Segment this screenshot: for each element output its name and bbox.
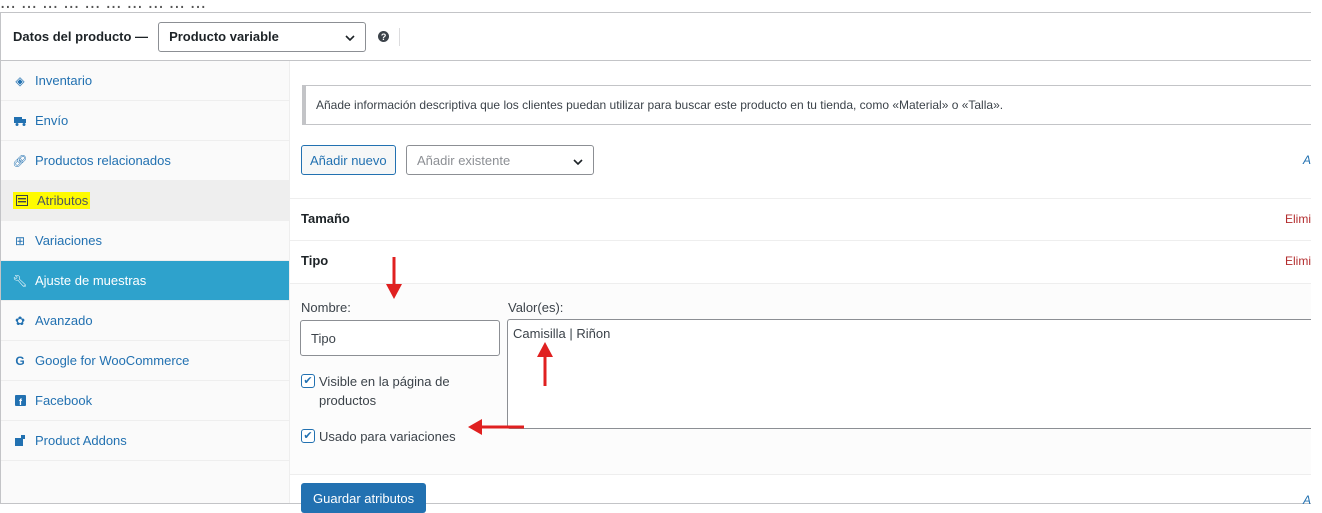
tag-icon: ◈ xyxy=(15,73,25,88)
truck-icon xyxy=(13,116,27,126)
tab-atributos[interactable]: Atributos xyxy=(1,181,289,221)
chevron-down-icon xyxy=(573,153,583,168)
tab-product-addons[interactable]: Product Addons xyxy=(1,421,289,461)
attribute-edit-form: Nombre: Tipo Valor(es): Camisilla | Riño… xyxy=(290,283,1311,475)
add-new-attribute-button[interactable]: Añadir nuevo xyxy=(301,145,396,175)
product-data-panel: Datos del producto — Producto variable ?… xyxy=(0,12,1311,513)
visible-label-line1: Visible en la página de xyxy=(319,374,450,389)
footer-expand-link[interactable]: A xyxy=(1303,493,1311,507)
tab-label: Product Addons xyxy=(35,433,127,448)
product-type-select[interactable]: Producto variable xyxy=(158,21,367,52)
add-existing-placeholder: Añadir existente xyxy=(417,152,511,168)
tab-label: Envío xyxy=(35,113,69,128)
attribute-row-tipo[interactable]: Tipo Elimi xyxy=(290,240,1311,280)
attribute-name-value: Tipo xyxy=(311,330,336,346)
tab-variaciones[interactable]: ⊞ Variaciones xyxy=(1,221,289,261)
tab-avanzado[interactable]: ✿ Avanzado xyxy=(1,301,289,341)
values-label: Valor(es): xyxy=(508,300,564,315)
attribute-name: Tamaño xyxy=(301,211,350,226)
visible-on-product-page-option[interactable]: ✔ Visible en la página de productos xyxy=(301,372,450,410)
expand-all-link[interactable]: A xyxy=(1303,153,1311,167)
remove-attribute-link[interactable]: Elimi xyxy=(1285,254,1311,268)
list-icon xyxy=(15,195,29,206)
product-type-value: Producto variable xyxy=(169,29,279,44)
attributes-panel: Añade información descriptiva que los cl… xyxy=(290,61,1311,513)
gear-icon: ✿ xyxy=(14,313,26,328)
help-icon[interactable]: ? xyxy=(378,31,390,42)
tab-label: Atributos xyxy=(37,193,89,208)
google-icon: G xyxy=(15,353,25,368)
attribute-row-tamano[interactable]: Tamaño Elimi xyxy=(290,198,1311,238)
panel-header: Datos del producto — Producto variable ? xyxy=(1,13,1311,61)
tab-label: Variaciones xyxy=(35,233,102,248)
header-divider xyxy=(399,27,401,46)
add-existing-select[interactable]: Añadir existente xyxy=(406,145,594,175)
grid-icon: ⊞ xyxy=(14,233,26,248)
attribute-values-value: Camisilla | Riñon xyxy=(513,326,611,341)
save-attributes-button[interactable]: Guardar atributos xyxy=(301,483,427,513)
name-label: Nombre: xyxy=(301,300,351,315)
tab-facebook[interactable]: f Facebook xyxy=(1,381,289,421)
tab-envio[interactable]: Envío xyxy=(1,101,289,141)
tab-productos-relacionados[interactable]: 🔗︎ Productos relacionados xyxy=(1,141,289,181)
used-for-variations-option[interactable]: ✔ Usado para variaciones xyxy=(301,427,456,446)
addon-icon xyxy=(13,434,27,447)
panel-title: Datos del producto — xyxy=(13,29,149,44)
wrench-icon: 🔧︎ xyxy=(12,273,28,288)
attribute-values-textarea[interactable]: Camisilla | Riñon xyxy=(507,319,1311,429)
link-icon: 🔗︎ xyxy=(12,153,28,168)
visible-label-line2: productos xyxy=(319,393,377,408)
tab-label: Avanzado xyxy=(35,313,93,328)
tab-google[interactable]: G Google for WooCommerce xyxy=(1,341,289,381)
tab-label: Facebook xyxy=(35,393,93,408)
facebook-icon: f xyxy=(13,395,27,406)
attribute-name-input[interactable]: Tipo xyxy=(300,320,500,356)
tab-label: Inventario xyxy=(35,73,93,88)
tab-label: Productos relacionados xyxy=(35,153,171,168)
attributes-notice: Añade información descriptiva que los cl… xyxy=(302,85,1311,125)
tab-label: Ajuste de muestras xyxy=(35,273,147,288)
product-data-tabs: ◈ Inventario Envío 🔗︎ Productos relacion… xyxy=(1,61,290,503)
remove-attribute-link[interactable]: Elimi xyxy=(1285,212,1311,226)
tab-ajuste-de-muestras[interactable]: 🔧︎ Ajuste de muestras xyxy=(1,261,289,301)
tab-inventario[interactable]: ◈ Inventario xyxy=(1,61,289,101)
chevron-down-icon xyxy=(345,29,355,44)
visible-checkbox[interactable]: ✔ xyxy=(301,374,315,388)
attribute-name: Tipo xyxy=(301,253,329,268)
highlight-mark: Atributos xyxy=(13,192,91,209)
used-for-variations-checkbox[interactable]: ✔ xyxy=(301,429,315,443)
used-for-variations-label: Usado para variaciones xyxy=(319,429,456,444)
tab-label: Google for WooCommerce xyxy=(35,353,190,368)
visible-label: Visible en la página de productos xyxy=(319,372,450,410)
